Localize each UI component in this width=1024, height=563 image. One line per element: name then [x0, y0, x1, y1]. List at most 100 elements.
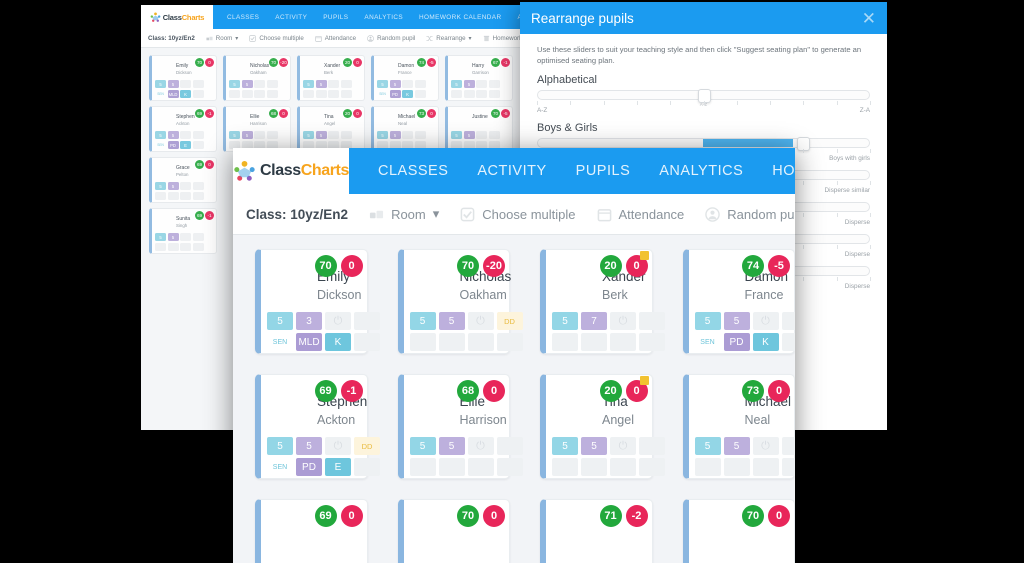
- brand-primary: Class: [260, 162, 301, 179]
- tab-pupils[interactable]: PUPILS: [576, 163, 631, 179]
- slider-tick: [803, 244, 805, 249]
- score-cell: [340, 80, 352, 88]
- zoom-attendance-button[interactable]: Attendance: [597, 207, 684, 222]
- nav-item-pupils[interactable]: PUPILS: [323, 14, 348, 21]
- pupil-score-cells: 55: [303, 80, 352, 88]
- score-cell: [254, 80, 265, 88]
- nav-item-activity[interactable]: ACTIVITY: [275, 14, 307, 21]
- zoom-choose-multiple-button[interactable]: Choose multiple: [460, 207, 576, 222]
- pupil-tag: [723, 458, 750, 476]
- toolbar-rearrange-button[interactable]: Rearrange ▾: [426, 35, 472, 42]
- zoom-room-button[interactable]: Room ▾: [369, 206, 439, 222]
- slider-track[interactable]: [537, 136, 870, 151]
- avatar: [410, 256, 455, 308]
- pupil-card[interactable]: Damon France 74 -5 5 5 ⏻ SEN PD K: [682, 249, 795, 354]
- dialog-title: Rearrange pupils: [531, 10, 634, 26]
- zoom-logo[interactable]: ClassCharts: [233, 148, 349, 194]
- zoom-toolbar: Class: 10yz/En2 Room ▾ Choose multiple A…: [233, 194, 795, 235]
- score-cell: 5: [241, 131, 253, 139]
- negative-score-badge: 0: [205, 58, 214, 67]
- pupil-score-cells: 5 5 ⏻: [694, 437, 795, 455]
- pupil-tag: [254, 90, 265, 98]
- score-cell: 5: [694, 437, 721, 455]
- tab-classes[interactable]: CLASSES: [378, 163, 448, 179]
- background-pupil-card[interactable]: Grace Pelton 69 0 5 5: [149, 157, 217, 203]
- pupil-card[interactable]: Stephen Ackton 69 -1 5 5 ⏻ DD SEN PD E: [255, 374, 380, 479]
- toolbar-homework-button[interactable]: Homework: [483, 35, 522, 42]
- pupil-score-cells: 55: [155, 80, 204, 88]
- pupil-card[interactable]: Nicholas Oakham 70 -20 5 5 ⏻ DD: [397, 249, 523, 354]
- pupil-tag: [581, 458, 607, 476]
- score-cell: [192, 131, 204, 139]
- background-pupil-card[interactable]: Nicholas Oakham 70 -20 5 5: [223, 55, 291, 101]
- pupil-tag: [639, 333, 665, 351]
- toolbar-attendance-button[interactable]: Attendance: [315, 35, 356, 42]
- score-cell: [180, 80, 191, 88]
- pupil-card[interactable]: 70 0: [397, 499, 510, 563]
- negative-score-badge: -2: [625, 505, 648, 527]
- slider-tick: [670, 100, 672, 105]
- background-pupil-card[interactable]: Damon France 74 -5 5 5 SEN PD K: [371, 55, 439, 101]
- positive-score-badge: 68: [269, 109, 278, 118]
- zoom-random-pupil-button[interactable]: Random pupil: [705, 207, 795, 222]
- background-pupil-card[interactable]: Xander Berk 20 0 5 5: [297, 55, 365, 101]
- pupil-card[interactable]: Ellie Harrison 68 0 5 5 ⏻: [397, 374, 523, 479]
- background-logo[interactable]: ClassCharts: [141, 5, 213, 29]
- zoom-toolbar-class-label: Class: 10yz/En2: [246, 206, 349, 222]
- toolbar-choose-multiple-button[interactable]: Choose multiple: [249, 34, 304, 42]
- pupil-tag: [414, 90, 426, 98]
- negative-score-badge: 0: [353, 58, 362, 67]
- toolbar-choose-multiple-label: Choose multiple: [259, 34, 304, 42]
- nav-item-homework-calendar[interactable]: HOMEWORK CALENDAR: [419, 14, 501, 21]
- toolbar-random-pupil-button[interactable]: Random pupil: [367, 35, 415, 42]
- background-pupil-card[interactable]: Michael Neal 73 0 5 5: [371, 106, 439, 152]
- pupil-row: Emily Dickson 70 0 5 3 ⏻ SEN MLD K Nicholas Oakham 7…: [255, 249, 795, 354]
- toolbar-room-button[interactable]: Room ▾: [206, 35, 238, 42]
- pupil-card[interactable]: Tina Angel 20 0 5 5 ⏻: [540, 374, 665, 479]
- nav-item-analytics[interactable]: ANALYTICS: [364, 14, 403, 21]
- score-cell: 5: [241, 80, 253, 88]
- score-cell: DD: [496, 312, 523, 330]
- pupil-tag: SEN: [267, 458, 293, 476]
- score-cell: [781, 312, 795, 330]
- background-pupil-card[interactable]: Stephen Ackton 69 -1 5 5 SEN PD E: [149, 106, 217, 152]
- pupil-card[interactable]: 69 0: [255, 499, 368, 563]
- slider-tick: [870, 276, 871, 281]
- pupil-card[interactable]: 70 0: [682, 499, 795, 563]
- background-pupil-card[interactable]: Ellie Harrison 68 0 5 5: [223, 106, 291, 152]
- negative-score-badge: 0: [279, 109, 288, 118]
- tab-activity[interactable]: ACTIVITY: [477, 163, 546, 179]
- pupil-tag: [192, 141, 204, 149]
- nav-item-classes[interactable]: CLASSES: [227, 14, 259, 21]
- pupil-tag-cells: [552, 333, 665, 351]
- score-cell: 5: [377, 80, 388, 88]
- pupil-tag: [155, 192, 166, 200]
- slider-tick: [870, 100, 871, 105]
- slider-track[interactable]: [537, 88, 870, 103]
- close-icon[interactable]: ✕: [862, 10, 876, 27]
- pupil-first-name: Tina: [324, 114, 334, 120]
- pupil-tag: PD: [389, 90, 401, 98]
- tab-homework-calendar[interactable]: HOMEWORK C: [772, 163, 795, 179]
- score-cell: [402, 80, 413, 88]
- positive-score-badge: 70: [314, 255, 337, 277]
- tab-analytics[interactable]: ANALYTICS: [659, 163, 743, 179]
- score-cell: 5: [438, 312, 465, 330]
- pupil-card[interactable]: Emily Dickson 70 0 5 3 ⏻ SEN MLD K: [255, 249, 380, 354]
- score-cell: [266, 80, 278, 88]
- pupil-tag-cells: SEN PD E: [267, 458, 380, 476]
- background-pupil-card[interactable]: Sunita Singh 69 -1 5 5: [149, 208, 217, 254]
- background-pupil-card[interactable]: Tina Angel 20 0 5 5: [297, 106, 365, 152]
- pupil-card[interactable]: Michael Neal 73 0 5 5 ⏻: [682, 374, 795, 479]
- background-pupil-card[interactable]: Justine 70 -5 5 5: [445, 106, 513, 152]
- background-pupil-card[interactable]: Harry Garrison 67 -1 5 5: [445, 55, 513, 101]
- background-pupil-card[interactable]: Emily Dickson 70 0 5 5 SEN MLD K: [149, 55, 217, 101]
- pupil-score-cells: 5 5 ⏻ DD: [267, 437, 380, 455]
- pupil-card[interactable]: 71 -2: [540, 499, 653, 563]
- score-cell: [180, 233, 191, 241]
- score-cell: 5: [267, 312, 293, 330]
- pupil-tag: MLD: [167, 90, 179, 98]
- pupil-first-name: Sunita: [176, 216, 191, 222]
- slider-tick: [537, 100, 538, 105]
- pupil-card[interactable]: Xander Berk 20 0 5 7 ⏻: [540, 249, 665, 354]
